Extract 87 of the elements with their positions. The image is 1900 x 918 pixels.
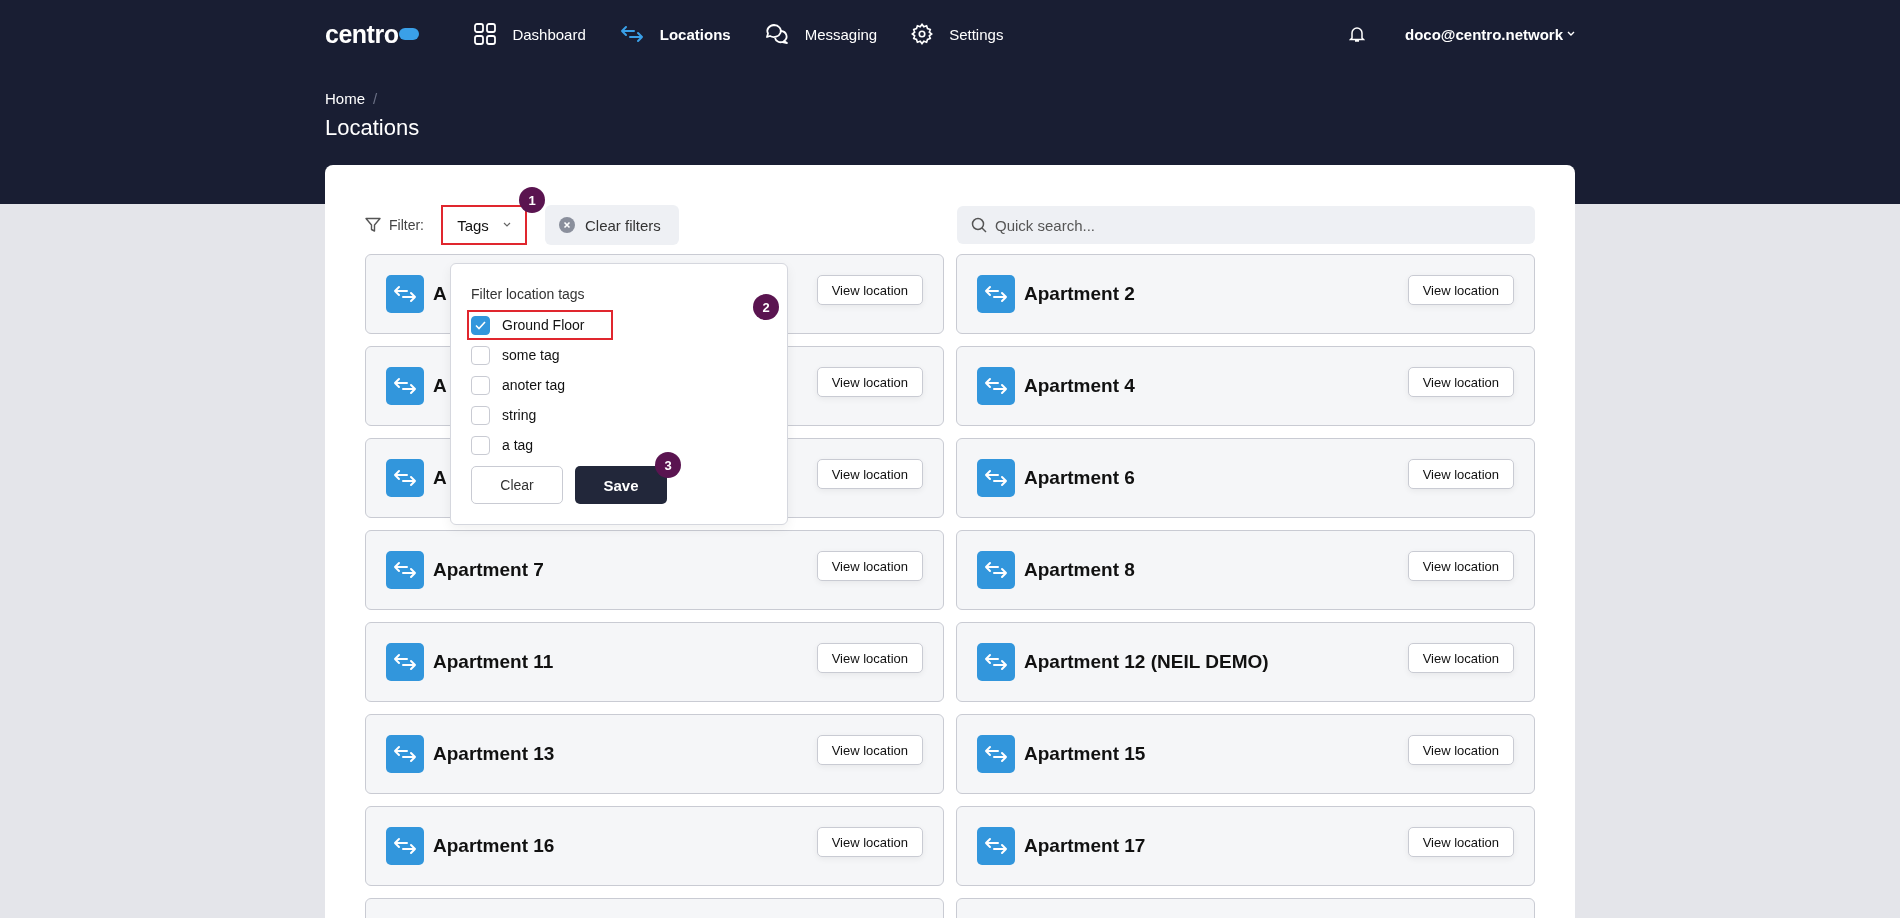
location-icon — [386, 459, 424, 497]
location-name: A — [433, 283, 447, 305]
tag-option[interactable]: some tag — [467, 340, 613, 370]
tags-dropdown[interactable]: Tags — [441, 205, 527, 245]
location-icon — [386, 827, 424, 865]
bell-icon[interactable] — [1349, 25, 1365, 43]
view-location-button[interactable]: View location — [1407, 551, 1514, 581]
toggle-logo-icon — [399, 28, 420, 40]
tag-option[interactable]: Ground Floor — [467, 310, 613, 340]
funnel-icon — [365, 217, 381, 233]
view-location-button[interactable]: View location — [816, 459, 923, 489]
chat-icon — [764, 23, 789, 45]
location-name: Apartment 8 — [1024, 559, 1135, 581]
tag-label: Ground Floor — [502, 317, 585, 333]
clear-filters-button[interactable]: Clear filters — [545, 205, 679, 245]
nav-link[interactable]: Dashboard — [474, 23, 586, 45]
location-icon — [977, 367, 1015, 405]
location-icon — [386, 735, 424, 773]
location-name: Apartment 16 — [433, 835, 555, 857]
view-location-button[interactable]: View location — [1407, 275, 1514, 305]
clear-icon — [559, 217, 575, 233]
breadcrumb-separator: / — [373, 90, 378, 107]
view-location-button[interactable]: View location — [1407, 459, 1514, 489]
checkbox[interactable] — [471, 345, 490, 365]
view-location-button[interactable]: View location — [816, 551, 923, 581]
nav-link[interactable]: Settings — [911, 23, 1004, 45]
filter-label: Filter: — [389, 217, 424, 233]
tag-label: string — [502, 407, 537, 423]
location-name: Apartment 6 — [1024, 467, 1135, 489]
view-location-button[interactable]: View location — [816, 367, 923, 397]
location-name: Apartment 17 — [1024, 835, 1146, 857]
tag-option[interactable]: a tag — [467, 430, 613, 460]
location-icon — [386, 275, 424, 313]
search-field[interactable]: Quick search... — [957, 206, 1535, 244]
view-location-button[interactable]: View location — [816, 275, 923, 305]
location-icon — [977, 275, 1015, 313]
grid-icon — [474, 23, 497, 45]
view-location-button[interactable]: View location — [816, 643, 923, 673]
step-badge: 2 — [753, 294, 779, 320]
view-location-button[interactable]: View location — [1407, 735, 1514, 765]
tag-label: some tag — [502, 347, 560, 363]
location-name: Apartment 2 — [1024, 283, 1135, 305]
step-badge: 1 — [519, 187, 545, 213]
location-name: Apartment 12 (NEIL DEMO) — [1024, 651, 1269, 673]
location-icon — [977, 735, 1015, 773]
location-icon — [386, 367, 424, 405]
location-icon — [386, 643, 424, 681]
user-menu[interactable]: doco@centro.network — [1405, 25, 1563, 43]
view-location-button[interactable]: View location — [1407, 643, 1514, 673]
location-name: Apartment 7 — [433, 559, 544, 581]
view-location-button[interactable]: View location — [1407, 827, 1514, 857]
location-name: Apartment 11 — [433, 651, 554, 673]
settings-icon — [911, 23, 934, 45]
location-icon — [977, 827, 1015, 865]
checkbox[interactable] — [471, 435, 490, 455]
chevron-down-icon — [1567, 31, 1575, 37]
view-location-button[interactable]: View location — [816, 827, 923, 857]
tag-label: anoter tag — [502, 377, 566, 393]
location-icon — [977, 643, 1015, 681]
tag-option[interactable]: anoter tag — [467, 370, 613, 400]
menu-title: Filter location tags — [471, 286, 586, 302]
tag-option[interactable]: string — [467, 400, 613, 430]
chevron-down-icon — [502, 222, 511, 228]
search-icon — [971, 217, 987, 233]
breadcrumb-link[interactable]: Home — [325, 90, 365, 107]
step-badge: 3 — [655, 452, 681, 478]
check-icon — [475, 320, 486, 330]
checkbox[interactable] — [471, 405, 490, 425]
location-name: A — [433, 375, 447, 397]
location-name: Apartment 13 — [433, 743, 555, 765]
tag-label: a tag — [502, 437, 534, 453]
clear-button[interactable]: Clear — [471, 466, 563, 504]
nav-link[interactable]: Messaging — [764, 23, 878, 45]
view-location-button[interactable]: View location — [816, 735, 923, 765]
location-name: Apartment 4 — [1024, 375, 1135, 397]
location-icon — [977, 459, 1015, 497]
arrows-icon — [619, 25, 644, 43]
checkbox[interactable] — [471, 315, 490, 335]
nav-link[interactable]: Locations — [619, 25, 731, 43]
checkbox[interactable] — [471, 375, 490, 395]
location-name: A — [433, 467, 447, 489]
location-icon — [386, 551, 424, 589]
view-location-button[interactable]: View location — [1407, 367, 1514, 397]
page-title: Locations — [324, 114, 421, 141]
location-name: Apartment 15 — [1024, 743, 1146, 765]
logo-text: centro — [325, 19, 399, 49]
location-icon — [977, 551, 1015, 589]
